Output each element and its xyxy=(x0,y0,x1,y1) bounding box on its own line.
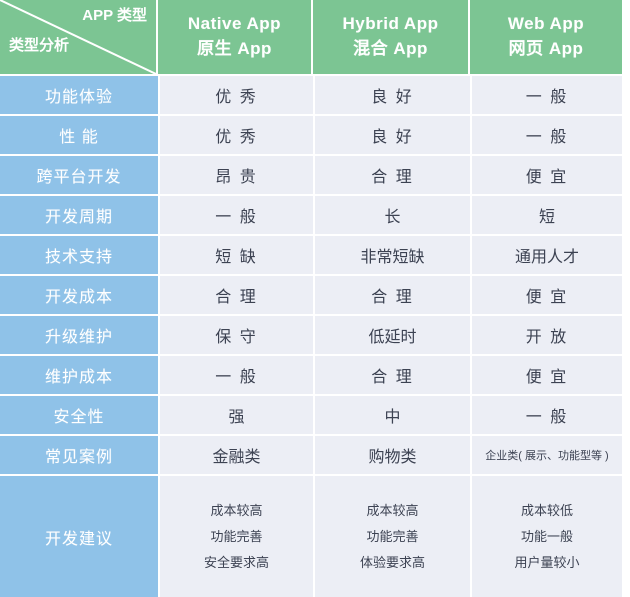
cell-web: 短 xyxy=(470,196,622,234)
cell-hybrid: 合 理 xyxy=(313,276,470,314)
column-header-native-app: Native App 原生 App xyxy=(158,0,313,74)
table-row: 安全性 强 中 一 般 xyxy=(0,396,622,434)
table-row: 功能体验 优 秀 良 好 一 般 xyxy=(0,76,622,114)
cell-web: 一 般 xyxy=(470,76,622,114)
cell-hybrid: 长 xyxy=(313,196,470,234)
advice-web-line-3: 用户量较小 xyxy=(514,554,580,570)
row-label: 升级维护 xyxy=(0,316,158,354)
cell-web: 便 宜 xyxy=(470,356,622,394)
cell-native: 强 xyxy=(158,396,313,434)
cell-web: 开 放 xyxy=(470,316,622,354)
advice-hybrid-line-1: 成本较高 xyxy=(366,502,419,518)
cell-hybrid: 合 理 xyxy=(313,156,470,194)
cell-native: 优 秀 xyxy=(158,76,313,114)
cell-native: 一 般 xyxy=(158,356,313,394)
table-corner-header: APP 类型 类型分析 xyxy=(0,0,158,74)
row-label: 开发周期 xyxy=(0,196,158,234)
cell-native: 短 缺 xyxy=(158,236,313,274)
cell-web: 一 般 xyxy=(470,396,622,434)
table-row: 升级维护 保 守 低延时 开 放 xyxy=(0,316,622,354)
column-header-hybrid-cn: 混合 App xyxy=(353,39,428,58)
corner-bottom-label: 类型分析 xyxy=(9,37,70,54)
advice-native-line-3: 安全要求高 xyxy=(203,554,269,570)
table-row: 开发成本 合 理 合 理 便 宜 xyxy=(0,276,622,314)
cell-hybrid: 良 好 xyxy=(313,116,470,154)
cell-native: 昂 贵 xyxy=(158,156,313,194)
cell-advice-web: 成本较低 功能一般 用户量较小 xyxy=(470,476,622,597)
table-row: 常见案例 金融类 购物类 企业类( 展示、功能型等 ) xyxy=(0,436,622,474)
table-row: 性 能 优 秀 良 好 一 般 xyxy=(0,116,622,154)
row-label: 技术支持 xyxy=(0,236,158,274)
table-row: 跨平台开发 昂 贵 合 理 便 宜 xyxy=(0,156,622,194)
cell-hybrid: 合 理 xyxy=(313,356,470,394)
advice-hybrid-line-2: 功能完善 xyxy=(366,528,419,544)
cell-native: 一 般 xyxy=(158,196,313,234)
column-header-hybrid-app: Hybrid App 混合 App xyxy=(313,0,470,74)
row-label: 性 能 xyxy=(0,116,158,154)
cell-web: 便 宜 xyxy=(470,156,622,194)
cell-hybrid: 中 xyxy=(313,396,470,434)
cell-native: 保 守 xyxy=(158,316,313,354)
cell-advice-hybrid: 成本较高 功能完善 体验要求高 xyxy=(313,476,470,597)
row-label: 开发成本 xyxy=(0,276,158,314)
row-label-advice: 开发建议 xyxy=(0,476,158,597)
cell-web: 通用人才 xyxy=(470,236,622,274)
advice-hybrid-line-3: 体验要求高 xyxy=(359,554,425,570)
cell-hybrid: 低延时 xyxy=(313,316,470,354)
advice-native-line-1: 成本较高 xyxy=(210,502,263,518)
cell-web: 便 宜 xyxy=(470,276,622,314)
column-header-hybrid-en: Hybrid App xyxy=(342,14,439,34)
cell-hybrid: 购物类 xyxy=(313,436,470,474)
table-header-row: APP 类型 类型分析 Native App 原生 App Hybrid App… xyxy=(0,0,622,74)
cell-web: 企业类( 展示、功能型等 ) xyxy=(470,436,622,474)
cell-hybrid: 良 好 xyxy=(313,76,470,114)
app-type-comparison-table: APP 类型 类型分析 Native App 原生 App Hybrid App… xyxy=(0,0,630,597)
column-header-web-app: Web App 网页 App xyxy=(470,0,622,74)
cell-native: 合 理 xyxy=(158,276,313,314)
row-label: 维护成本 xyxy=(0,356,158,394)
cell-native: 金融类 xyxy=(158,436,313,474)
column-header-native-en: Native App xyxy=(187,14,282,34)
cell-native: 优 秀 xyxy=(158,116,313,154)
table-row: 维护成本 一 般 合 理 便 宜 xyxy=(0,356,622,394)
cell-hybrid: 非常短缺 xyxy=(313,236,470,274)
cell-web: 一 般 xyxy=(470,116,622,154)
advice-native-line-2: 功能完善 xyxy=(210,528,263,544)
row-label: 功能体验 xyxy=(0,76,158,114)
column-header-web-cn: 网页 App xyxy=(508,39,584,58)
corner-top-label: APP 类型 xyxy=(82,7,147,24)
cell-advice-native: 成本较高 功能完善 安全要求高 xyxy=(158,476,313,597)
row-label: 跨平台开发 xyxy=(0,156,158,194)
table-row-advice: 开发建议 成本较高 功能完善 安全要求高 成本较高 功能完善 体验要求高 成本较… xyxy=(0,476,622,597)
advice-web-line-2: 功能一般 xyxy=(520,528,573,544)
column-header-native-cn: 原生 App xyxy=(197,39,272,58)
row-label: 安全性 xyxy=(0,396,158,434)
row-label: 常见案例 xyxy=(0,436,158,474)
column-header-web-en: Web App xyxy=(507,14,585,34)
table-row: 开发周期 一 般 长 短 xyxy=(0,196,622,234)
table-row: 技术支持 短 缺 非常短缺 通用人才 xyxy=(0,236,622,274)
advice-web-line-1: 成本较低 xyxy=(520,502,573,518)
